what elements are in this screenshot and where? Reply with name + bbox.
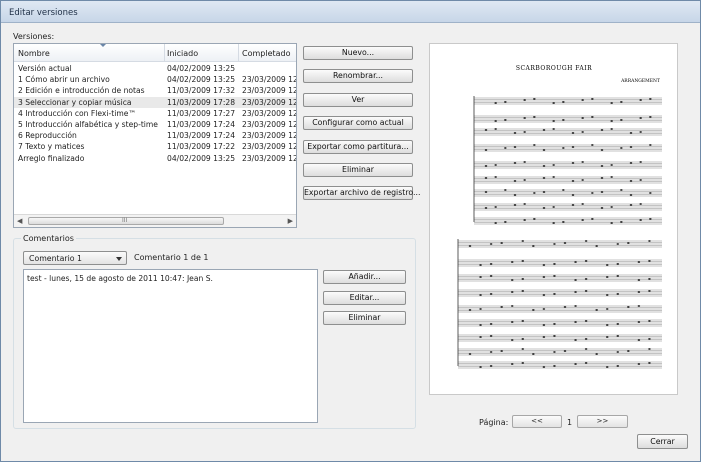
table-row[interactable]: 6 Reproducción 11/03/2009 17:24 23/03/2009…	[14, 130, 297, 141]
comment-text: test - lunes, 15 de agosto de 2011 10:47…	[27, 274, 213, 283]
horizontal-scrollbar[interactable]: ◀ III ▶	[14, 214, 296, 227]
table-row[interactable]: 5 Introducción alfabética y step-time 11/…	[14, 119, 297, 130]
cell-name: 5 Introducción alfabética y step-time	[18, 120, 158, 129]
export-log-button[interactable]: Exportar archivo de registro...	[303, 186, 420, 200]
page-label: Página:	[479, 418, 509, 427]
cell-started: 11/03/2009 17:32	[167, 86, 236, 96]
score-subtitle: ARRANGEMENT	[620, 78, 660, 84]
cell-name: Arreglo finalizado	[18, 153, 85, 163]
rename-button[interactable]: Renombrar...	[303, 69, 413, 83]
score-preview-svg: SCARBOROUGH FAIR ARRANGEMENT	[457, 65, 662, 369]
cell-name: 2 Edición e introducción de notas	[18, 86, 145, 96]
sort-indicator-icon	[100, 44, 106, 47]
table-row[interactable]: 4 Introducción con Flexi-time™ 11/03/2009…	[14, 108, 297, 119]
cell-completed: 23/03/2009 12:2	[242, 97, 297, 107]
scroll-right-icon[interactable]: ▶	[288, 217, 293, 225]
comment-text-area[interactable]: test - lunes, 15 de agosto de 2011 10:47…	[23, 269, 318, 423]
cell-completed: 23/03/2009 12:2	[242, 75, 297, 85]
table-row[interactable]: 7 Texto y matices 11/03/2009 17:22 23/03/2…	[14, 141, 297, 152]
cell-name: 4 Introducción con Flexi-time™	[18, 108, 136, 118]
cell-started: 11/03/2009 17:22	[167, 142, 236, 152]
cell-started: 04/02/2009 13:25	[167, 64, 236, 73]
column-header-completed[interactable]: Completado	[242, 49, 291, 58]
cell-name: 6 Reproducción	[18, 131, 77, 141]
staff-systems	[457, 96, 662, 369]
view-button[interactable]: Ver	[303, 93, 413, 107]
score-title: SCARBOROUGH FAIR	[516, 65, 592, 72]
comment-select[interactable]: Comentario 1	[23, 251, 127, 265]
cell-completed: 23/03/2009 12:2	[242, 120, 297, 129]
export-score-button[interactable]: Exportar como partitura...	[303, 140, 413, 154]
versions-label: Versiones:	[13, 32, 55, 41]
table-row[interactable]: Versión actual 04/02/2009 13:25	[14, 63, 296, 74]
scroll-thumb[interactable]: III	[28, 217, 224, 225]
window-title: Editar versiones	[9, 8, 78, 18]
set-current-button[interactable]: Configurar como actual	[303, 116, 413, 130]
comments-label: Comentarios	[21, 234, 76, 243]
cell-name: 3 Seleccionar y copiar música	[18, 97, 132, 107]
cell-name: 1 Cómo abrir un archivo	[18, 75, 110, 85]
cell-name: Versión actual	[18, 64, 72, 73]
delete-version-button[interactable]: Eliminar	[303, 163, 413, 177]
cell-completed: 23/03/2009 12:2	[242, 153, 297, 163]
cell-started: 11/03/2009 17:24	[167, 120, 236, 129]
score-preview: SCARBOROUGH FAIR ARRANGEMENT	[429, 43, 678, 395]
cell-completed: 23/03/2009 12:2	[242, 142, 297, 152]
list-header: Nombre Iniciado Completado	[14, 44, 296, 62]
cell-completed: 23/03/2009 12:2	[242, 131, 297, 141]
edit-comment-button[interactable]: Editar...	[323, 291, 406, 305]
comment-select-value: Comentario 1	[29, 254, 82, 263]
cell-started: 04/02/2009 13:25	[167, 75, 236, 85]
chevron-down-icon	[116, 257, 122, 261]
cell-started: 11/03/2009 17:24	[167, 131, 236, 141]
cell-completed: 23/03/2009 12:2	[242, 108, 297, 118]
table-row[interactable]: 2 Edición e introducción de notas 11/03/2…	[14, 85, 297, 96]
column-header-started[interactable]: Iniciado	[167, 49, 198, 58]
cell-started: 04/02/2009 13:25	[167, 153, 236, 163]
add-comment-button[interactable]: Añadir...	[323, 270, 406, 284]
cell-started: 11/03/2009 17:27	[167, 108, 236, 118]
column-header-name[interactable]: Nombre	[18, 49, 50, 58]
title-bar: Editar versiones	[1, 1, 700, 23]
delete-comment-button[interactable]: Eliminar	[323, 311, 406, 325]
table-row[interactable]: Arreglo finalizado 04/02/2009 13:25 23/03/…	[14, 153, 297, 164]
next-page-button[interactable]: >>	[577, 415, 628, 428]
comment-counter: Comentario 1 de 1	[134, 253, 209, 262]
table-row[interactable]: 1 Cómo abrir un archivo 04/02/2009 13:25 2…	[14, 74, 297, 85]
previous-page-button[interactable]: <<	[512, 415, 562, 428]
close-button[interactable]: Cerrar	[637, 434, 688, 449]
table-row[interactable]: 3 Seleccionar y copiar música 11/03/2009 …	[14, 96, 297, 108]
page-number: 1	[567, 418, 573, 427]
cell-name: 7 Texto y matices	[18, 142, 85, 152]
edit-versions-dialog: Editar versiones Versiones: Nombre Inici…	[0, 0, 701, 462]
scroll-left-icon[interactable]: ◀	[17, 217, 22, 225]
cell-completed: 23/03/2009 12:2	[242, 86, 297, 96]
versions-list[interactable]: Nombre Iniciado Completado Versión actua…	[13, 43, 297, 228]
cell-started: 11/03/2009 17:28	[167, 97, 236, 107]
new-version-button[interactable]: Nuevo...	[303, 46, 413, 60]
